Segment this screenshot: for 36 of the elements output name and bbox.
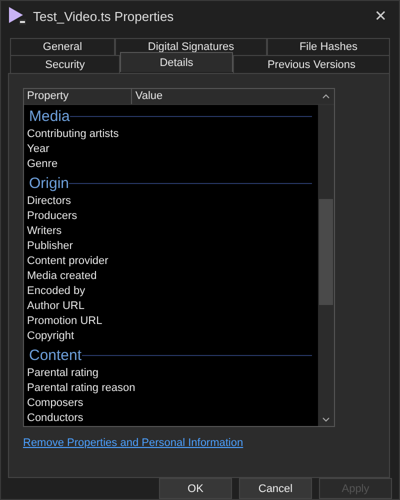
property-name[interactable]: Writers xyxy=(27,224,62,239)
tab[interactable]: Details xyxy=(120,52,233,72)
dialog-button[interactable]: Cancel xyxy=(239,478,312,499)
property-name[interactable]: Media created xyxy=(27,269,97,284)
property-name[interactable]: Genre xyxy=(27,157,58,172)
property-name[interactable]: Parental rating reason xyxy=(27,381,136,396)
column-header[interactable]: Property xyxy=(24,89,132,104)
property-name[interactable]: Author URL xyxy=(27,299,84,314)
tab[interactable]: File Hashes xyxy=(267,38,390,55)
tab[interactable]: Previous Versions xyxy=(233,55,390,73)
scroll-up-icon[interactable] xyxy=(322,94,330,99)
property-name[interactable]: Parental rating xyxy=(27,366,99,381)
property-name[interactable]: Publisher xyxy=(27,239,73,254)
app-icon xyxy=(7,6,27,26)
window-title: Test_Video.ts Properties xyxy=(33,8,175,24)
dialog-button[interactable]: OK xyxy=(159,478,232,499)
scrollbar-thumb[interactable] xyxy=(319,199,333,305)
column-header[interactable]: Value xyxy=(132,89,318,104)
scroll-down-icon[interactable] xyxy=(322,417,330,422)
property-name[interactable]: Content provider xyxy=(27,254,108,269)
property-name[interactable]: Contributing artists xyxy=(27,127,119,142)
group-heading: Media xyxy=(28,108,70,124)
property-name[interactable]: Composers xyxy=(27,396,84,411)
group-heading: Content xyxy=(28,346,82,364)
tab[interactable]: General xyxy=(10,38,115,55)
close-button[interactable]: ✕ xyxy=(368,7,393,25)
property-name[interactable]: Encoded by xyxy=(27,284,86,299)
group-heading: Origin xyxy=(28,174,70,192)
property-name[interactable]: Promotion URL xyxy=(27,314,102,329)
property-name[interactable]: Year xyxy=(27,142,50,157)
property-name[interactable]: Conductors xyxy=(27,411,84,426)
property-name[interactable]: Copyright xyxy=(27,329,74,344)
property-name[interactable]: Producers xyxy=(27,209,78,224)
tab[interactable]: Security xyxy=(10,55,120,73)
remove-properties-link[interactable]: Remove Properties and Personal Information xyxy=(23,437,244,449)
property-name[interactable]: Directors xyxy=(27,194,72,209)
